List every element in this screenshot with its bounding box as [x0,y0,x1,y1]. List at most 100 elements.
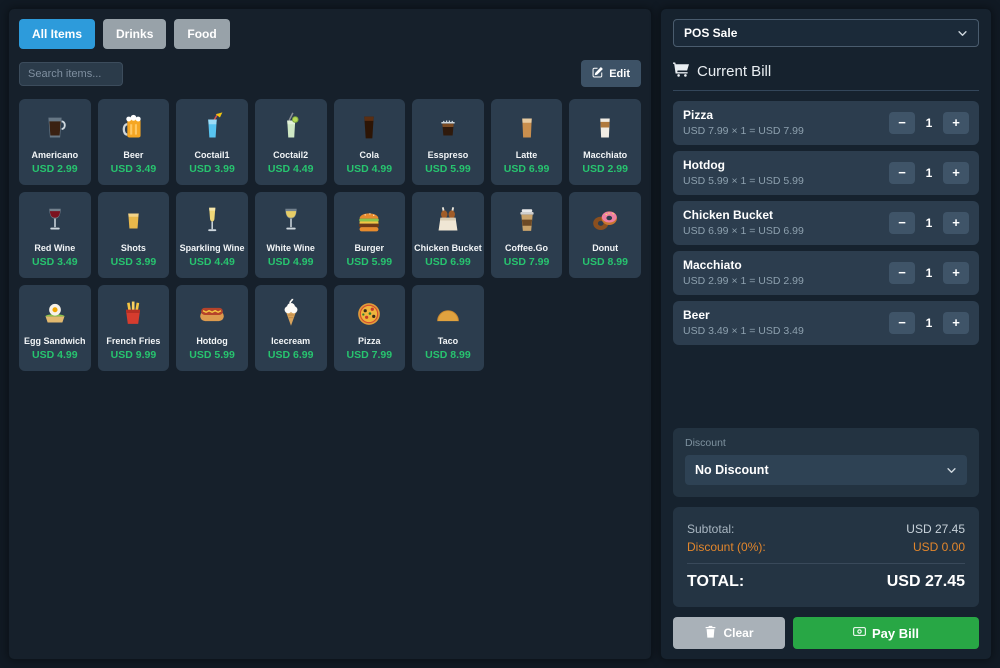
edit-button[interactable]: Edit [581,60,641,87]
product-price: USD 5.99 [425,163,471,175]
product-card[interactable]: Pizza USD 7.99 [334,285,406,371]
trash-icon [704,625,717,641]
qty-value: 1 [924,166,934,180]
tab-all-items[interactable]: All Items [19,19,95,49]
increase-qty-button[interactable]: + [943,312,969,334]
product-name: Pizza [358,336,381,346]
product-card[interactable]: Latte USD 6.99 [491,99,563,185]
pizza-icon [352,295,386,333]
search-input[interactable] [19,62,123,86]
donut-icon [588,202,622,240]
tab-food[interactable]: Food [174,19,229,49]
bill-item-detail: USD 7.99 × 1 = USD 7.99 [683,125,804,137]
product-card[interactable]: Red Wine USD 3.49 [19,192,91,278]
increase-qty-button[interactable]: + [943,112,969,134]
product-card[interactable]: Egg Sandwich USD 4.99 [19,285,91,371]
cocktail-blue-icon [195,109,229,147]
increase-qty-button[interactable]: + [943,212,969,234]
bill-item: Pizza USD 7.99 × 1 = USD 7.99 − 1 + [673,101,979,145]
decrease-qty-button[interactable]: − [889,162,915,184]
product-card[interactable]: Americano USD 2.99 [19,99,91,185]
product-price: USD 5.99 [347,256,393,268]
bill-title-label: Current Bill [697,63,771,80]
discount-select[interactable]: No Discount [685,455,967,485]
discount-total-label: Discount (0%): [687,540,766,554]
product-card[interactable]: Cola USD 4.99 [334,99,406,185]
product-card[interactable]: Taco USD 8.99 [412,285,484,371]
product-card[interactable]: Coctail1 USD 3.99 [176,99,248,185]
product-card[interactable]: Macchiato USD 2.99 [569,99,641,185]
decrease-qty-button[interactable]: − [889,212,915,234]
product-name: White Wine [266,243,314,253]
bill-item-name: Hotdog [683,158,804,172]
product-card[interactable]: Esspreso USD 5.99 [412,99,484,185]
product-card[interactable]: Chicken Bucket USD 6.99 [412,192,484,278]
clear-button-label: Clear [723,626,753,640]
quantity-stepper: − 1 + [889,112,969,134]
product-price: USD 5.99 [189,349,235,361]
product-price: USD 4.99 [347,163,393,175]
chevron-down-icon [957,28,968,39]
product-card[interactable]: Hotdog USD 5.99 [176,285,248,371]
espresso-icon [431,109,465,147]
chicken-bucket-icon [431,202,465,240]
product-price: USD 4.99 [32,349,78,361]
bill-item-name: Pizza [683,108,804,122]
pay-bill-button[interactable]: Pay Bill [793,617,979,649]
product-card[interactable]: Icecream USD 6.99 [255,285,327,371]
white-wine-icon [274,202,308,240]
product-card[interactable]: Coctail2 USD 4.49 [255,99,327,185]
product-card[interactable]: Sparkling Wine USD 4.49 [176,192,248,278]
bill-item-detail: USD 6.99 × 1 = USD 6.99 [683,225,804,237]
bill-items-list: Pizza USD 7.99 × 1 = USD 7.99 − 1 + Hotd… [673,101,979,351]
beer-mug-icon [116,109,150,147]
product-price: USD 3.99 [111,256,157,268]
red-wine-icon [38,202,72,240]
product-card[interactable]: Donut USD 8.99 [569,192,641,278]
product-card[interactable]: Beer USD 3.49 [98,99,170,185]
sale-type-select[interactable]: POS Sale [673,19,979,47]
chevron-down-icon [946,465,957,476]
pay-bill-button-label: Pay Bill [872,626,919,641]
quantity-stepper: − 1 + [889,262,969,284]
product-price: USD 4.49 [189,256,235,268]
tab-drinks[interactable]: Drinks [103,19,166,49]
discount-total-row: Discount (0%): USD 0.00 [687,540,965,554]
product-name: Esspreso [428,150,469,160]
sale-type-value: POS Sale [684,26,737,40]
decrease-qty-button[interactable]: − [889,312,915,334]
bill-item: Hotdog USD 5.99 × 1 = USD 5.99 − 1 + [673,151,979,195]
product-card[interactable]: French Fries USD 9.99 [98,285,170,371]
cocktail-lime-icon [274,109,308,147]
product-name: French Fries [106,336,160,346]
product-name: Coctail2 [273,150,308,160]
increase-qty-button[interactable]: + [943,262,969,284]
product-card[interactable]: White Wine USD 4.99 [255,192,327,278]
increase-qty-button[interactable]: + [943,162,969,184]
macchiato-icon [588,109,622,147]
latte-icon [510,109,544,147]
product-price: USD 6.99 [504,163,550,175]
product-card[interactable]: Burger USD 5.99 [334,192,406,278]
product-name: Coffee.Go [505,243,548,253]
category-tabs: All Items Drinks Food [19,19,641,49]
clear-button[interactable]: Clear [673,617,785,649]
product-name: Sparkling Wine [180,243,245,253]
product-price: USD 8.99 [582,256,628,268]
qty-value: 1 [924,266,934,280]
product-name: Hotdog [196,336,228,346]
product-price: USD 7.99 [504,256,550,268]
product-name: Donut [592,243,618,253]
product-price: USD 2.99 [582,163,628,175]
bill-item: Chicken Bucket USD 6.99 × 1 = USD 6.99 −… [673,201,979,245]
product-name: Red Wine [34,243,75,253]
burger-icon [352,202,386,240]
quantity-stepper: − 1 + [889,212,969,234]
product-price: USD 6.99 [268,349,314,361]
product-card[interactable]: Coffee.Go USD 7.99 [491,192,563,278]
decrease-qty-button[interactable]: − [889,112,915,134]
decrease-qty-button[interactable]: − [889,262,915,284]
cart-icon [673,61,689,81]
product-card[interactable]: Shots USD 3.99 [98,192,170,278]
discount-value: No Discount [695,463,769,477]
